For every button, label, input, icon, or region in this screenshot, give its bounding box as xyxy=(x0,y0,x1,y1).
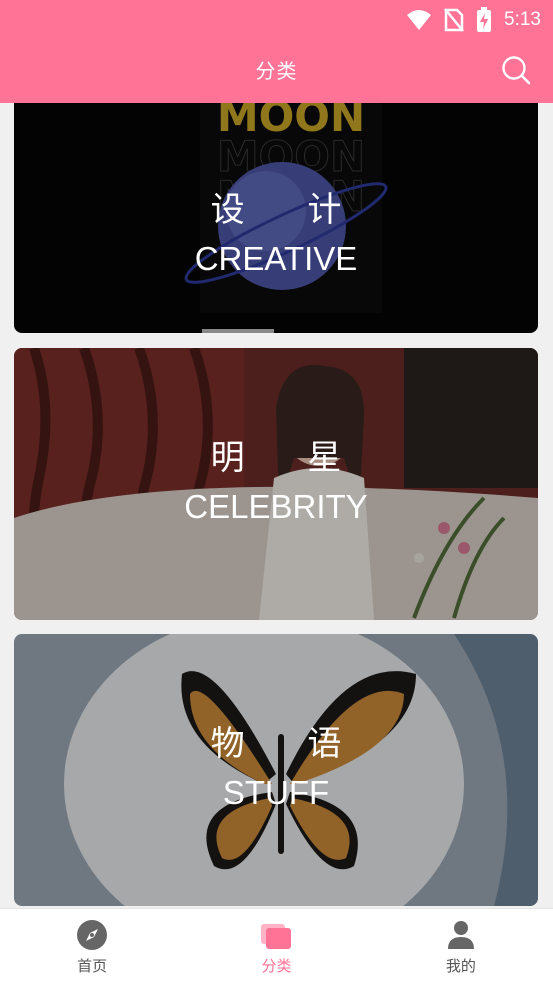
card-title-en: STUFF xyxy=(222,774,330,811)
nav-label: 分类 xyxy=(261,957,292,975)
nav-label: 我的 xyxy=(445,957,476,975)
category-card-stuff[interactable]: 物 语 STUFF xyxy=(14,634,538,906)
compass-icon xyxy=(77,920,108,950)
card-title-cn: 明 星 xyxy=(210,438,368,478)
card-title: 设 计 CREATIVE xyxy=(14,187,538,285)
page-title: 分类 xyxy=(255,59,298,83)
category-cards-icon xyxy=(261,924,292,949)
status-time: 5:13 xyxy=(504,9,541,30)
search-icon[interactable] xyxy=(501,55,531,85)
card-title-en: CREATIVE xyxy=(194,240,358,277)
status-bar: 5:13 xyxy=(406,6,541,34)
category-list[interactable]: MOON MOON MOON EARTH - 01 设 计 CREATIVE xyxy=(0,103,553,908)
card-title-cn: 设 计 xyxy=(210,190,368,230)
category-card-creative[interactable]: MOON MOON MOON EARTH - 01 设 计 CREATIVE xyxy=(14,103,538,333)
no-sim-icon xyxy=(444,8,464,32)
nav-item-home[interactable]: 首页 xyxy=(0,909,184,984)
app-bar: 5:13 分类 xyxy=(0,0,553,103)
nav-item-category[interactable]: 分类 xyxy=(184,909,368,984)
nav-label: 首页 xyxy=(77,957,108,975)
person-icon xyxy=(447,921,474,949)
card-title-cn: 物 语 xyxy=(210,724,368,764)
battery-charging-icon xyxy=(477,7,492,32)
bottom-nav: 首页 分类 我的 xyxy=(0,908,553,984)
wifi-icon xyxy=(407,10,432,30)
category-card-celebrity[interactable]: 明 星 CELEBRITY xyxy=(14,348,538,620)
card-title: 物 语 STUFF xyxy=(14,721,538,819)
card-title-en: CELEBRITY xyxy=(184,488,368,525)
nav-item-mine[interactable]: 我的 xyxy=(369,909,553,984)
card-title: 明 星 CELEBRITY xyxy=(14,435,538,533)
